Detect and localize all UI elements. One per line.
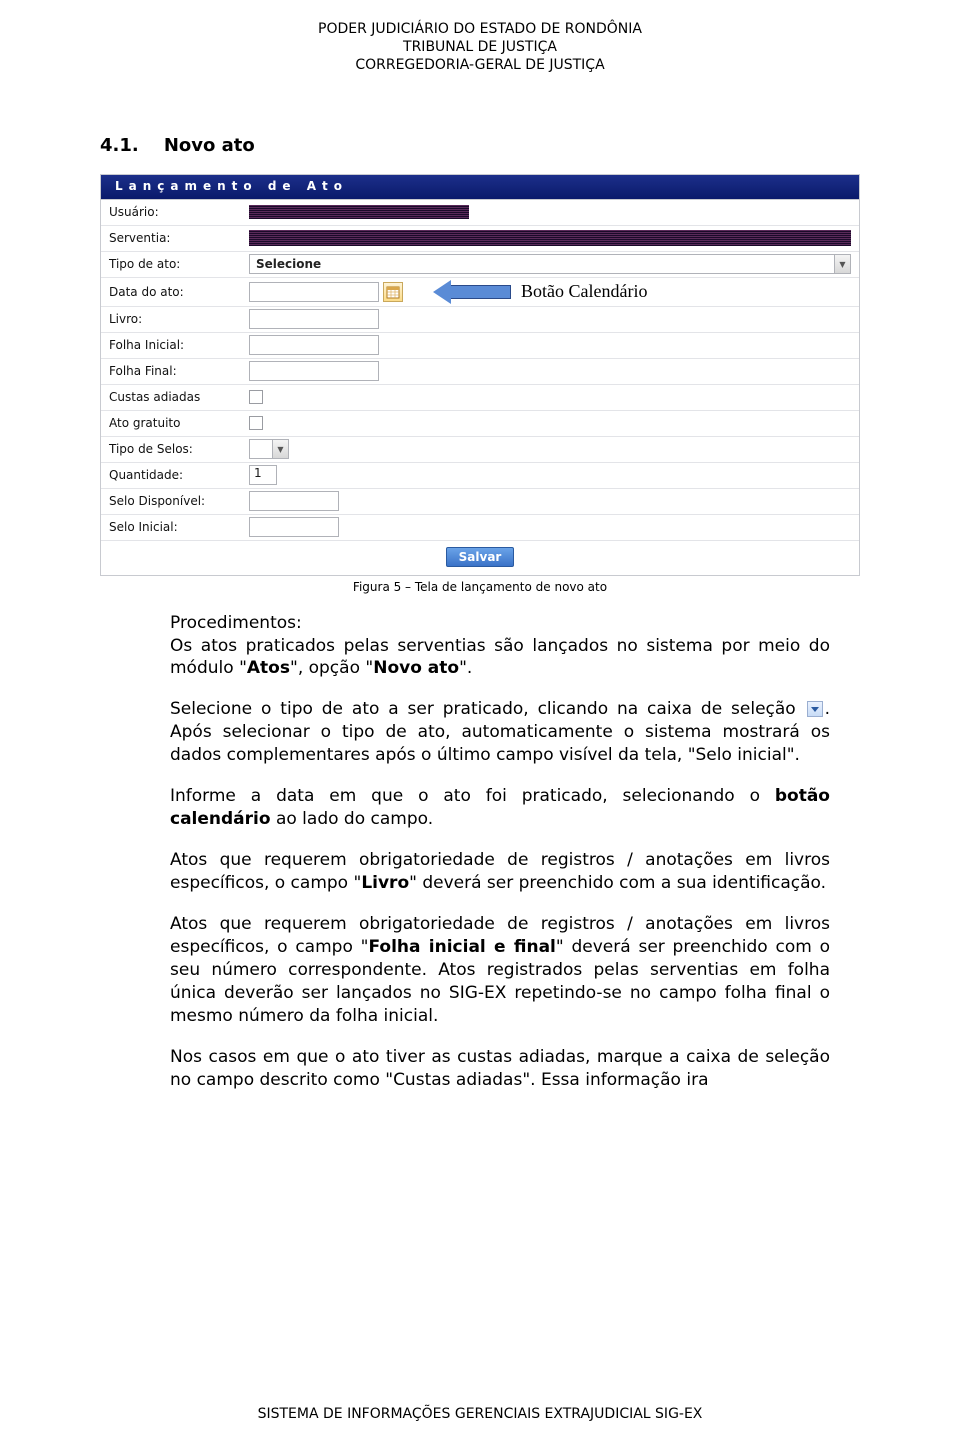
label-usuario: Usuário: (109, 205, 249, 219)
dropdown-icon (807, 701, 823, 717)
livro-input[interactable] (249, 309, 379, 329)
calendar-button[interactable] (383, 282, 403, 302)
p1-bold-atos: Atos (247, 658, 290, 678)
header-line-1: PODER JUDICIÁRIO DO ESTADO DE RONDÔNIA (100, 20, 860, 38)
section-number: 4.1. (100, 135, 139, 156)
p2-a: Selecione o tipo de ato a ser praticado,… (170, 699, 805, 719)
tipo-ato-selected: Selecione (256, 257, 321, 271)
tipo-ato-select[interactable]: Selecione ▼ (249, 254, 851, 274)
ato-gratuito-checkbox[interactable] (249, 416, 263, 430)
chevron-down-icon: ▼ (272, 440, 288, 458)
label-folha-inicial: Folha Inicial: (109, 338, 249, 352)
quantidade-input[interactable]: 1 (249, 465, 277, 485)
p5-bold: Folha inicial e final (368, 937, 555, 957)
p1-end: . (467, 658, 472, 678)
p1-label: Procedimentos: (170, 613, 302, 633)
p3-a: Informe a data em que o ato foi praticad… (170, 786, 775, 806)
label-tipo-selos: Tipo de Selos: (109, 442, 249, 456)
save-button[interactable]: Salvar (446, 547, 515, 567)
tipo-selos-select[interactable]: ▼ (249, 439, 289, 459)
footer: SISTEMA DE INFORMAÇÕES GERENCIAIS EXTRAJ… (0, 1406, 960, 1422)
label-ato-gratuito: Ato gratuito (109, 416, 249, 430)
folha-final-input[interactable] (249, 361, 379, 381)
label-selo-inicial: Selo Inicial: (109, 520, 249, 534)
label-selo-disponivel: Selo Disponível: (109, 494, 249, 508)
selo-disponivel-input[interactable] (249, 491, 339, 511)
body-text: Procedimentos: Os atos praticados pelas … (100, 612, 860, 1092)
redacted-serventia (249, 230, 851, 246)
section-heading: 4.1. Novo ato (100, 135, 860, 156)
redacted-usuario (249, 205, 469, 219)
p4-b: " deverá ser preenchido com a sua identi… (409, 873, 826, 893)
label-quantidade: Quantidade: (109, 468, 249, 482)
label-serventia: Serventia: (109, 231, 249, 245)
chevron-down-icon: ▼ (834, 255, 850, 273)
calendar-callout: Botão Calendário (433, 280, 647, 304)
figure-caption: Figura 5 – Tela de lançamento de novo at… (100, 580, 860, 594)
custas-adiadas-checkbox[interactable] (249, 390, 263, 404)
header-line-2: TRIBUNAL DE JUSTIÇA (100, 38, 860, 56)
label-custas-adiadas: Custas adiadas (109, 390, 249, 404)
document-header: PODER JUDICIÁRIO DO ESTADO DE RONDÔNIA T… (100, 20, 860, 75)
p6: Nos casos em que o ato tiver as custas a… (170, 1046, 830, 1092)
label-data-ato: Data do ato: (109, 285, 249, 299)
label-livro: Livro: (109, 312, 249, 326)
form-panel: Lançamento de Ato Usuário: Serventia: Ti… (100, 174, 860, 576)
p1-mid: , opção (298, 658, 366, 678)
callout-label: Botão Calendário (521, 281, 647, 302)
calendar-icon (386, 285, 400, 299)
panel-title: Lançamento de Ato (101, 175, 859, 200)
label-folha-final: Folha Final: (109, 364, 249, 378)
folha-inicial-input[interactable] (249, 335, 379, 355)
selo-inicial-input[interactable] (249, 517, 339, 537)
data-ato-input[interactable] (249, 282, 379, 302)
label-tipo-ato: Tipo de ato: (109, 257, 249, 271)
p4-bold: Livro (361, 873, 409, 893)
section-title-text: Novo ato (164, 135, 255, 156)
arrow-left-icon (433, 280, 511, 304)
header-line-3: CORREGEDORIA-GERAL DE JUSTIÇA (100, 56, 860, 74)
p3-b: ao lado do campo. (271, 809, 434, 829)
p1-bold-novo: Novo ato (373, 658, 459, 678)
